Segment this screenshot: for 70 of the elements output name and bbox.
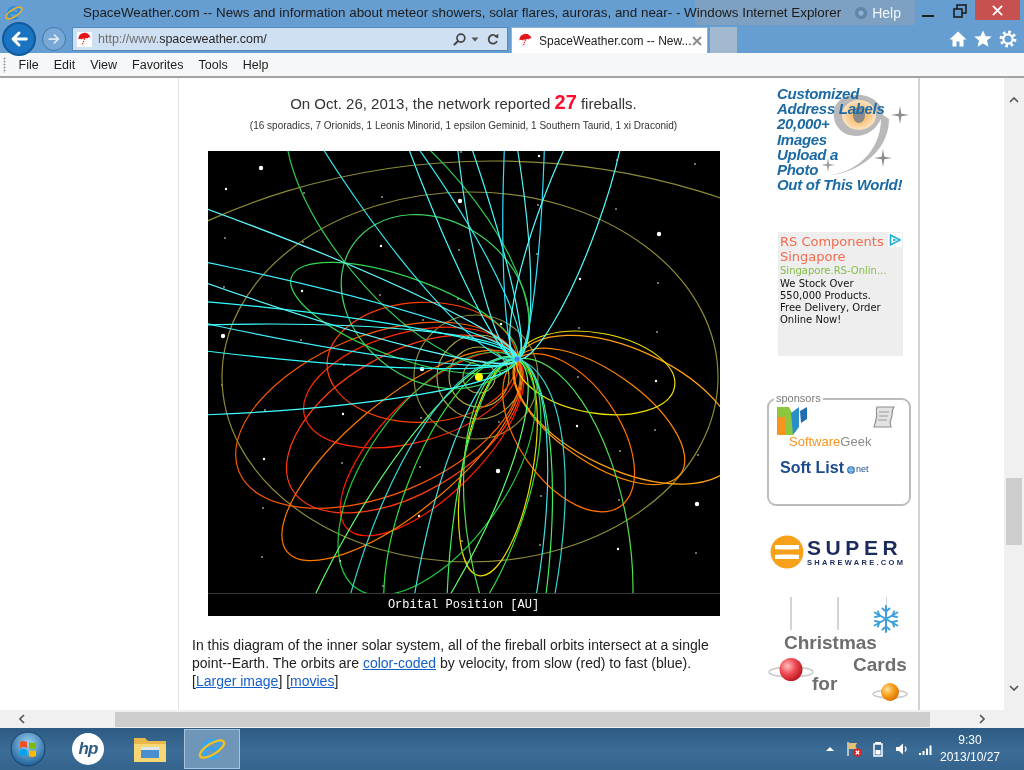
url-text[interactable]: http://www.spaceweather.com/ (98, 32, 267, 46)
menu-item[interactable]: View (82, 57, 125, 72)
umbrella-icon (518, 33, 533, 48)
help-circle-icon (854, 5, 869, 20)
sponsor-logo-text[interactable]: SoftwareGeek (789, 435, 872, 449)
forward-arrow-icon (47, 32, 61, 46)
app-logo: hp (72, 733, 104, 765)
menu-item[interactable]: Help (235, 57, 276, 72)
scrollbar-thumb[interactable] (115, 711, 930, 727)
headline: On Oct. 26, 2013, the network reported 27 fireballs. (289, 92, 638, 114)
ornament-ball-icon (768, 657, 814, 683)
scrollbar-thumb[interactable] (1006, 478, 1022, 545)
close-icon (992, 4, 1003, 16)
snowflake-icon (872, 605, 900, 633)
text-ad[interactable]: RS Components Singapore Singapore.RS-Onlin... We Stock Over 550,000 Products. Free Delivery, Order Online Now! (778, 232, 903, 356)
ad-text-line[interactable]: Out of This World! (777, 177, 918, 193)
sponsor-logo-text[interactable]: Soft List (780, 459, 844, 477)
sparkle-icon (891, 106, 909, 124)
forward-button[interactable] (42, 27, 66, 51)
ad-text-line[interactable]: Photo (777, 162, 918, 178)
toolbar-grip-icon[interactable] (3, 56, 6, 73)
browser-tab[interactable]: SpaceWeather.com -- New... (511, 27, 708, 53)
ad-text-line[interactable]: Customized (777, 86, 918, 102)
refresh-icon[interactable] (486, 32, 500, 46)
search-icon[interactable] (452, 31, 467, 47)
menu-item[interactable]: File (11, 57, 47, 72)
ad-text-line[interactable]: Christmas (784, 633, 877, 653)
close-tab-icon[interactable] (691, 35, 702, 46)
diagram-description: In this diagram of the inner solar system, all of the fireball orbits intersect at a single point--Earth. The orbits are color-coded by velocity, from slow (red) to fast (blue). [Larger image] [movies] (191, 636, 710, 690)
settings-icon[interactable] (998, 29, 1018, 49)
sparkle-icon (874, 149, 892, 167)
ad-text-line[interactable]: Images (777, 131, 918, 147)
menu-item[interactable]: Tools (191, 57, 236, 72)
caret-icon[interactable] (471, 35, 479, 43)
ad-text-line[interactable]: Upload a (777, 146, 918, 162)
super-logo-text[interactable]: SUPER (807, 536, 906, 558)
restore-icon[interactable] (953, 4, 967, 18)
back-button[interactable] (2, 22, 36, 56)
vertical-scrollbar[interactable] (1004, 78, 1024, 710)
text-link[interactable]: Larger image (195, 673, 279, 689)
ad-description: We Stock Over 550,000 Products. Free Delivery, Order Online Now! (780, 278, 882, 326)
diagram-caption: Orbital Position [AU] (207, 593, 720, 616)
address-field[interactable]: http://www.spaceweather.com/ (72, 27, 508, 51)
ad-text-line[interactable]: 20,000+ (777, 116, 918, 132)
start-orb-icon[interactable] (10, 731, 46, 767)
ornament-ball-icon (872, 682, 908, 702)
ad-text-line[interactable]: Cards (853, 655, 907, 675)
menu-item[interactable]: Favorites (124, 57, 191, 72)
sponsor-domain-text[interactable]: net (856, 463, 869, 475)
text-link[interactable]: color-coded (362, 655, 437, 671)
ad-text-line[interactable]: for (812, 674, 838, 694)
window-title: SpaceWeather.com -- News and information about meteor showers, solar flares, auroras, and near- - Windows Internet Explorer (83, 5, 842, 20)
ad-choices-icon[interactable] (888, 233, 902, 247)
software-logo-icon[interactable] (777, 407, 807, 435)
ad-text-line[interactable]: Address Labels (777, 101, 918, 117)
home-icon[interactable] (948, 29, 968, 49)
battery-icon[interactable] (870, 741, 886, 757)
warning-flag-icon[interactable] (846, 741, 862, 757)
umbrella-icon (77, 31, 92, 47)
menu-item[interactable]: Edit (46, 57, 83, 72)
taskbar-clock[interactable]: 9:30 2013/10/27 (937, 732, 1003, 766)
horizontal-scrollbar[interactable] (0, 710, 1004, 728)
speaker-icon[interactable] (894, 741, 910, 757)
close-button[interactable] (975, 0, 1020, 20)
globe-icon (847, 466, 855, 474)
fireball-breakdown: (16 sporadics, 7 Orionids, 1 Leonis Minorid, 1 epsilon Geminid, 1 Southern Taurid, 1 xi Draconid) (248, 119, 679, 132)
taskbar-app-button[interactable]: hp (60, 729, 116, 769)
sponsors-legend: sponsors (774, 392, 823, 405)
star-icon[interactable] (973, 29, 993, 49)
scroll-icon (871, 405, 898, 429)
